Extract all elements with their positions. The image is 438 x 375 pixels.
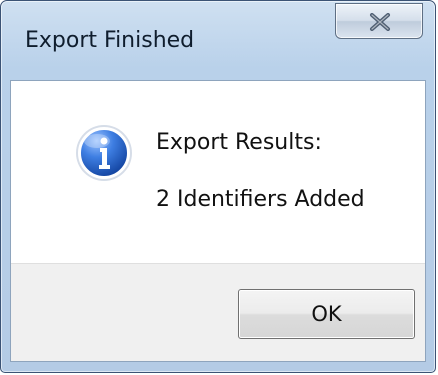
- message-title: Export Results:: [156, 130, 322, 155]
- dialog-footer: OK: [11, 263, 425, 361]
- message-detail: 2 Identifiers Added: [156, 187, 365, 212]
- dialog-body: Export Results: 2 Identifiers Added OK: [10, 80, 426, 362]
- ok-button[interactable]: OK: [238, 289, 415, 339]
- close-button[interactable]: [335, 3, 423, 39]
- message-area: Export Results: 2 Identifiers Added: [11, 81, 425, 263]
- close-icon: [370, 13, 390, 31]
- dialog-title-bar[interactable]: Export Finished: [1, 1, 435, 79]
- info-icon: [76, 125, 132, 181]
- dialog-title: Export Finished: [25, 28, 195, 53]
- export-finished-dialog: Export Finished Export Results: 2 Identi…: [0, 0, 436, 373]
